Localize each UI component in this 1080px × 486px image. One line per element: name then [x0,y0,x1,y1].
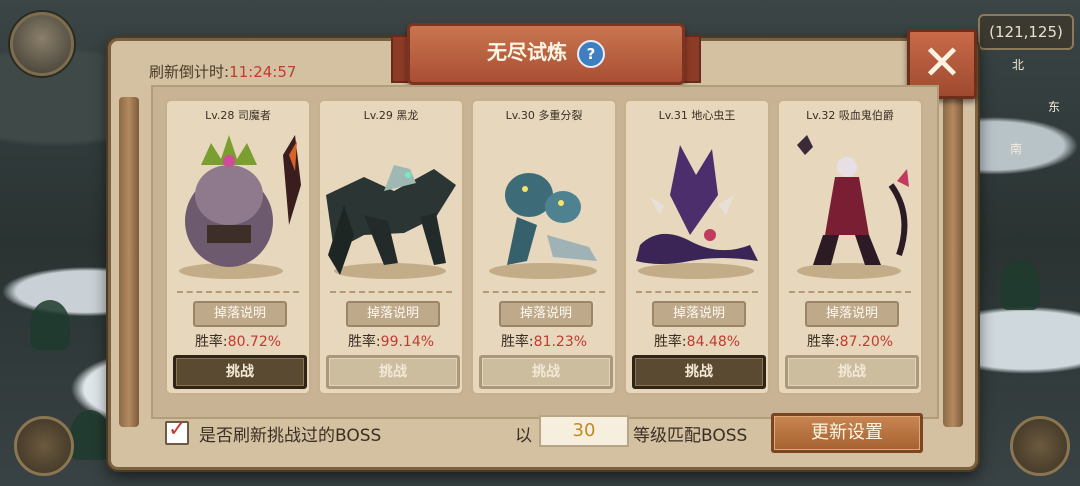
help-icon[interactable]: ? [577,39,605,68]
countdown-label: 刷新倒计时: [149,63,230,81]
refresh-countdown: 刷新倒计时:11:24:57 [149,61,296,82]
boss-level-name: Lv.28 司魔者 [205,109,271,122]
card-divider [483,291,605,293]
card-divider [330,291,452,293]
challenge-button[interactable]: 挑战 [785,355,919,389]
map-tree [30,300,70,350]
player-avatar[interactable] [10,12,74,76]
refresh-boss-checkbox[interactable]: ✓ [165,417,189,445]
boss-level-name: Lv.31 地心虫王 [658,109,736,122]
compass-east: 东 [1048,100,1061,114]
card-divider [177,291,299,293]
boss-card[interactable]: Lv.30 多重分裂 掉落说明 胜率:81.23% 挑战 [471,99,617,395]
map-tree [1000,260,1040,310]
drop-info-button[interactable]: 掉落说明 [499,301,593,327]
boss-portrait [477,125,611,283]
left-pillar [119,97,139,427]
compass-north: 北 [1012,58,1025,72]
level-suffix: 等级匹配BOSS [633,426,748,446]
challenge-button[interactable]: 挑战 [326,355,460,389]
compass-south: 南 [1010,142,1023,156]
challenge-button[interactable]: 挑战 [479,355,613,389]
countdown-timer: 11:24:57 [229,63,297,81]
win-rate: 胜率:87.20% [806,334,894,350]
dialog-title: 无尽试炼 [487,40,567,64]
boss-card[interactable]: Lv.28 司魔者 掉落说明 胜率:80.72% 挑战 [165,99,311,395]
map-coordinates: (121,125) [978,14,1074,50]
map-tree [70,410,110,460]
win-rate: 胜率:84.48% [653,334,741,350]
drop-info-button[interactable]: 掉落说明 [193,301,287,327]
win-rate: 胜率:99.14% [347,334,435,350]
challenge-button[interactable]: 挑战 [173,355,307,389]
level-prefix: 以 [515,426,532,446]
boss-portrait [783,125,917,283]
endless-trial-dialog: 无尽试炼? ✕ 刷新倒计时:11:24:57 Lv.28 司魔者 掉落说明 胜率… [108,23,978,470]
drop-info-button[interactable]: 掉落说明 [346,301,440,327]
refresh-boss-label: 是否刷新挑战过的BOSS [199,426,382,446]
checkmark-icon: ✓ [168,417,187,442]
update-settings-button[interactable]: 更新设置 [771,413,923,453]
card-divider [789,291,911,293]
right-pillar [943,97,963,427]
bottom-left-menu-icon[interactable] [14,416,74,476]
boss-level-name: Lv.30 多重分裂 [505,109,583,122]
boss-level-name: Lv.32 吸血鬼伯爵 [806,109,894,122]
win-rate: 胜率:80.72% [194,334,282,350]
drop-info-button[interactable]: 掉落说明 [805,301,899,327]
card-divider [636,291,758,293]
boss-card[interactable]: Lv.32 吸血鬼伯爵 掉落说明 胜率:87.20% 挑战 [777,99,923,395]
boss-portrait [171,125,305,283]
boss-portrait [324,125,458,283]
boss-portrait [630,125,764,283]
boss-card[interactable]: Lv.29 黑龙 掉落说明 胜率:99.14% 挑战 [318,99,464,395]
boss-card[interactable]: Lv.31 地心虫王 掉落说明 胜率:84.48% 挑战 [624,99,770,395]
bottom-right-menu-icon[interactable] [1010,416,1070,476]
challenge-button[interactable]: 挑战 [632,355,766,389]
match-level-input[interactable]: 30 [539,415,629,447]
drop-info-button[interactable]: 掉落说明 [652,301,746,327]
boss-level-name: Lv.29 黑龙 [363,109,419,122]
dialog-title-ribbon: 无尽试炼? [407,23,685,85]
win-rate: 胜率:81.23% [500,334,588,350]
